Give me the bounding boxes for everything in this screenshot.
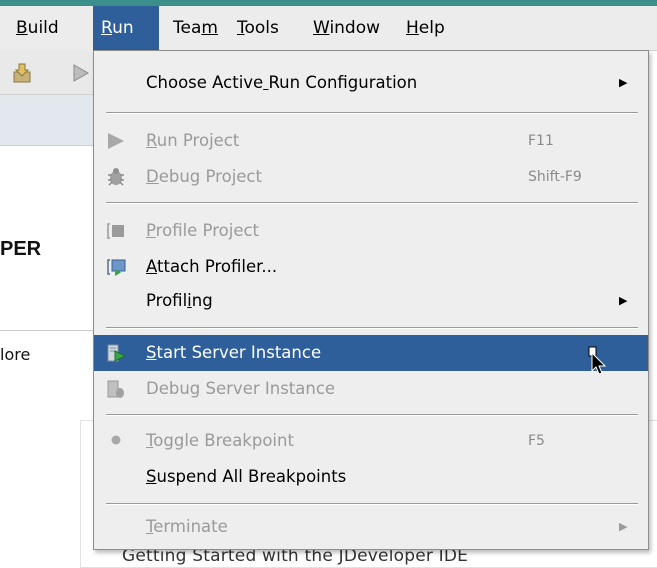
download-icon[interactable]: [12, 62, 32, 84]
menu-item-label: Toggle Breakpoint: [146, 431, 294, 450]
menu-item-label: Suspend All Breakpoints: [146, 467, 347, 486]
menu-item-profiling[interactable]: Profiling ▶: [94, 283, 648, 319]
menu-separator: [106, 327, 638, 329]
attach-profiler-icon: [107, 259, 126, 276]
menu-separator: [106, 112, 638, 114]
menu-item-label: Start Server Instance: [146, 343, 322, 362]
toolbar: [0, 50, 95, 95]
menu-team[interactable]: Team: [165, 6, 226, 50]
menu-item-label: Debug Project: [146, 167, 262, 186]
menu-item-start-server-instance[interactable]: Start Server Instance: [94, 335, 648, 371]
menu-tools[interactable]: Tools: [229, 6, 287, 50]
bug-icon: [108, 168, 124, 186]
background-heading-fragment: PER: [0, 238, 42, 260]
submenu-arrow-icon: ▶: [619, 76, 628, 89]
menu-item-profile-project[interactable]: Profile Project: [94, 213, 648, 249]
background-header-band: [0, 95, 95, 146]
menu-item-label: Attach Profiler...: [146, 257, 278, 276]
menu-item-shortcut: Shift-F9: [528, 169, 582, 185]
menu-build[interactable]: Build: [8, 6, 67, 50]
menu-item-label: Run Project: [146, 131, 240, 150]
menu-window[interactable]: Window: [305, 6, 388, 50]
menu-separator: [106, 503, 638, 505]
breakpoint-dot-icon: [111, 435, 121, 445]
menu-separator: [106, 414, 638, 416]
menu-help[interactable]: Help: [398, 6, 453, 50]
menu-item-run-project[interactable]: Run Project F11: [94, 123, 648, 159]
menu-item-label: Debug Server Instance: [146, 379, 336, 398]
menu-item-shortcut: F5: [528, 433, 545, 449]
menu-item-attach-profiler[interactable]: Attach Profiler...: [94, 249, 648, 285]
run-icon[interactable]: [70, 62, 90, 84]
menu-item-label: Profiling: [146, 291, 213, 310]
run-menu-dropdown: Choose Active Run Configuration ▶ Run Pr…: [93, 50, 649, 550]
menu-item-terminate[interactable]: Terminate ▶: [94, 509, 648, 545]
menu-item-shortcut: F11: [528, 133, 554, 149]
menu-item-choose-active-run-configuration[interactable]: Choose Active Run Configuration ▶: [94, 65, 648, 101]
submenu-arrow-icon: ▶: [619, 294, 628, 307]
server-start-icon: [107, 344, 126, 362]
menu-item-label: Choose Active Run Configuration: [146, 73, 418, 92]
profile-icon: [107, 223, 124, 239]
menu-item-label: Profile Project: [146, 221, 260, 240]
background-link-fragment[interactable]: lore: [0, 345, 30, 364]
menu-bar: Build Run Team Tools Window Help: [0, 6, 657, 51]
menu-run[interactable]: Run: [93, 6, 159, 50]
menu-item-label: Terminate: [146, 517, 228, 536]
menu-item-debug-project[interactable]: Debug Project Shift-F9: [94, 159, 648, 195]
play-triangle-icon: [108, 133, 124, 149]
menu-separator: [106, 202, 638, 204]
submenu-arrow-icon: ▶: [619, 520, 628, 533]
server-debug-icon: [107, 380, 124, 398]
mouse-cursor-icon: [588, 346, 607, 375]
divider: [0, 330, 95, 331]
menu-item-suspend-all-breakpoints[interactable]: Suspend All Breakpoints: [94, 459, 648, 495]
menu-item-debug-server-instance[interactable]: Debug Server Instance: [94, 371, 648, 407]
menu-item-toggle-breakpoint[interactable]: Toggle Breakpoint F5: [94, 423, 648, 459]
